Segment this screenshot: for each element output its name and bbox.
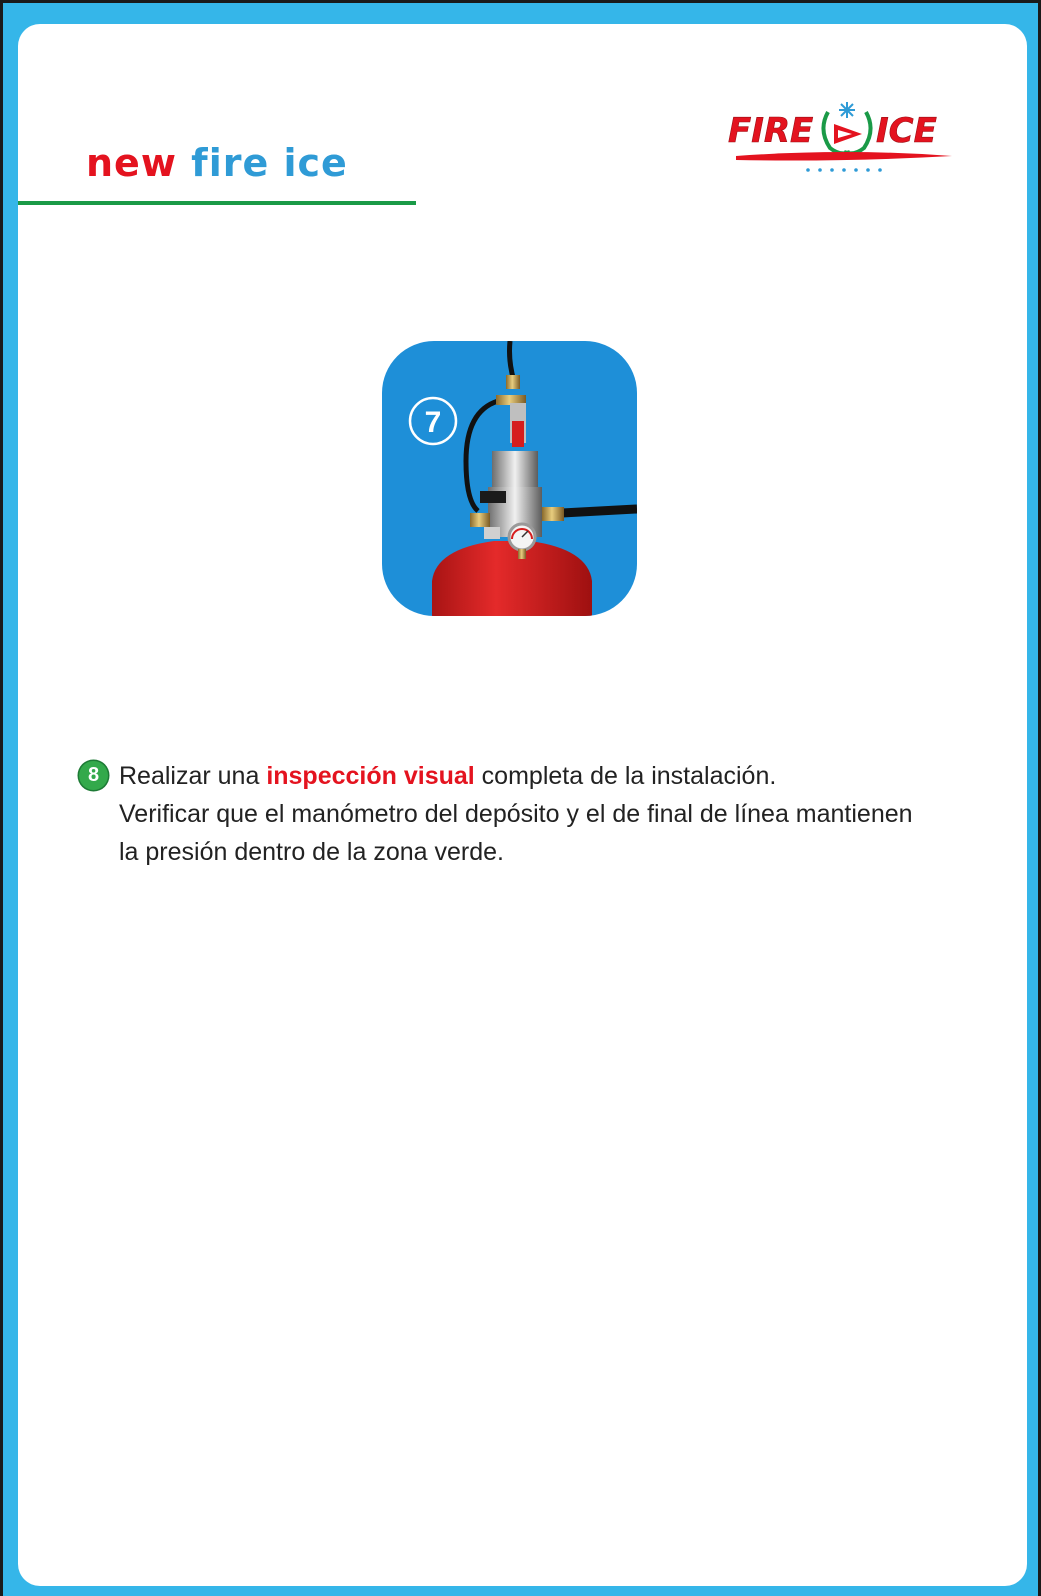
step-8-line-2: Verificar que el manómetro del depósito … [119,800,913,828]
step-8-text: Realizar una inspección visual completa … [119,757,999,871]
document-page: new fire ice FIRE ICE 7 8 Realizar una i… [18,24,1027,1586]
title-underline [18,201,416,205]
title-word-new: new [86,141,177,185]
fire-ice-logo-icon: FIRE ICE [728,102,952,172]
page-title: new fire ice [86,141,348,185]
valve-photo: 7 [382,341,637,616]
svg-text:ICE: ICE [876,111,937,151]
step-8-line-3: la presión dentro de la zona verde. [119,838,504,866]
title-word-fire-ice: fire ice [191,141,348,185]
svg-text:FIRE: FIRE [728,111,813,151]
step-8-highlight: inspección visual [266,762,475,790]
step-8-badge: 8 [79,761,108,790]
step-8-line-1-end: completa de la instalación. [474,762,777,790]
step-8-line-1: Realizar una inspección visual completa … [119,757,999,795]
step-8-line-1-start: Realizar una [119,762,267,790]
step-7-number: 7 [425,406,442,439]
